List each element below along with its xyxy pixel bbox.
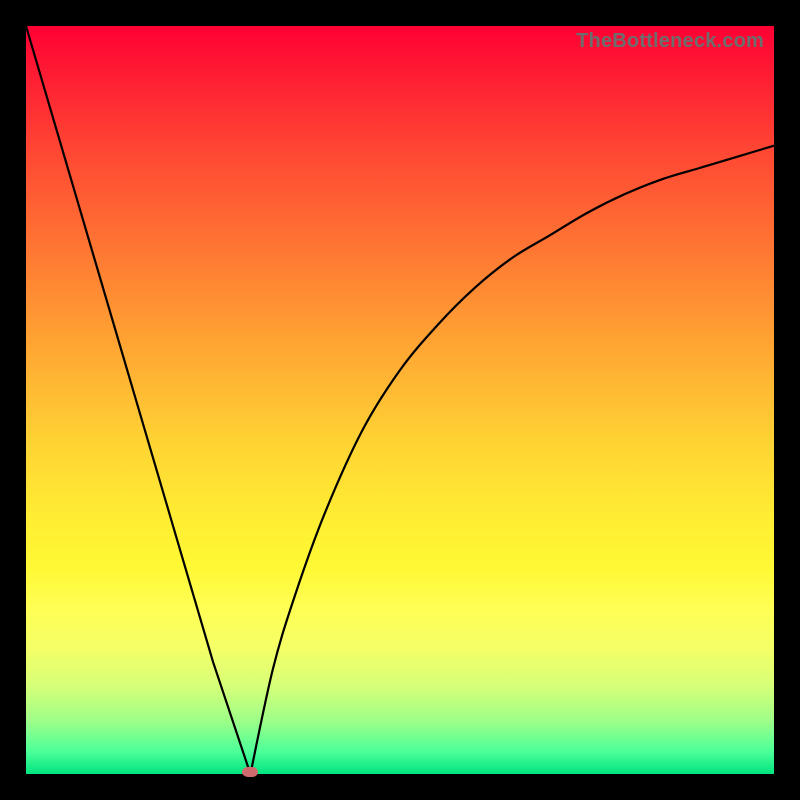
minimum-marker [242, 767, 258, 777]
chart-frame: TheBottleneck.com [0, 0, 800, 800]
bottleneck-curve [26, 26, 774, 774]
plot-area: TheBottleneck.com [26, 26, 774, 774]
